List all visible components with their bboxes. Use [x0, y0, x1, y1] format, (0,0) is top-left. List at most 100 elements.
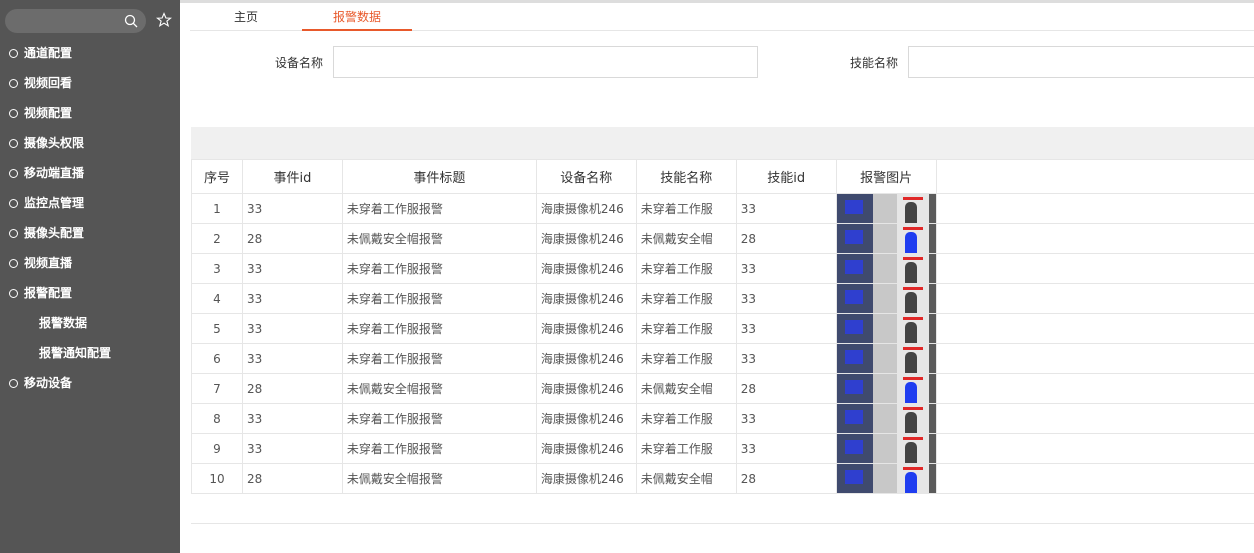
- cell-alarm-image: [835, 343, 937, 374]
- cell-event-id: 33: [241, 253, 343, 284]
- alarm-thumbnail[interactable]: [837, 314, 936, 343]
- cell-event-id: 33: [241, 343, 343, 374]
- star-icon[interactable]: [156, 12, 172, 28]
- cell-skill-name: 未佩戴安全帽: [635, 463, 737, 494]
- cell-device-name: 海康摄像机246: [535, 403, 637, 434]
- table-row[interactable]: 6 33 未穿着工作服报警 海康摄像机246 未穿着工作服 33: [191, 343, 1254, 374]
- alarm-thumbnail[interactable]: [837, 194, 936, 223]
- tab-alarm-data[interactable]: 报警数据: [302, 3, 412, 31]
- sidebar-item-channel-config[interactable]: 通道配置: [0, 38, 180, 68]
- alarm-thumbnail[interactable]: [837, 284, 936, 313]
- cell-device-name: 海康摄像机246: [535, 463, 637, 494]
- cell-device-name: 海康摄像机246: [535, 433, 637, 464]
- column-header-skill-id[interactable]: 技能id: [735, 159, 837, 194]
- cell-empty: [935, 283, 1254, 314]
- cell-alarm-image: [835, 253, 937, 284]
- cell-event-title: 未穿着工作服报警: [341, 283, 537, 314]
- cell-alarm-image: [835, 403, 937, 434]
- cell-event-title: 未穿着工作服报警: [341, 193, 537, 224]
- sidebar-item-video-config[interactable]: 视频配置: [0, 98, 180, 128]
- sidebar-item-label: 报警数据: [39, 316, 88, 330]
- cell-event-title: 未穿着工作服报警: [341, 313, 537, 344]
- cell-event-title: 未佩戴安全帽报警: [341, 223, 537, 254]
- table-row[interactable]: 3 33 未穿着工作服报警 海康摄像机246 未穿着工作服 33: [191, 253, 1254, 284]
- sidebar-item-video-playback[interactable]: 视频回看: [0, 68, 180, 98]
- table-row[interactable]: 10 28 未佩戴安全帽报警 海康摄像机246 未佩戴安全帽 28: [191, 463, 1254, 494]
- alarm-table: 序号 事件id 事件标题 设备名称 技能名称 技能id 报警图片 1 33 未穿着工…: [191, 159, 1254, 494]
- cell-event-title: 未穿着工作服报警: [341, 343, 537, 374]
- table-row[interactable]: 7 28 未佩戴安全帽报警 海康摄像机246 未佩戴安全帽 28: [191, 373, 1254, 404]
- sidebar-item-alarm-config[interactable]: 报警配置: [0, 278, 180, 308]
- sidebar-item-label: 移动设备: [24, 376, 73, 390]
- circle-icon: [9, 139, 18, 148]
- sidebar-item-label: 报警配置: [24, 286, 73, 300]
- cell-index: 2: [191, 223, 243, 254]
- cell-index: 4: [191, 283, 243, 314]
- alarm-thumbnail[interactable]: [837, 374, 936, 403]
- cell-index: 6: [191, 343, 243, 374]
- cell-skill-name: 未穿着工作服: [635, 343, 737, 374]
- sidebar-item-monitor-point[interactable]: 监控点管理: [0, 188, 180, 218]
- sidebar-item-video-live[interactable]: 视频直播: [0, 248, 180, 278]
- sidebar-item-mobile-live[interactable]: 移动端直播: [0, 158, 180, 188]
- cell-skill-id: 33: [735, 253, 837, 284]
- alarm-thumbnail[interactable]: [837, 464, 936, 493]
- cell-event-id: 33: [241, 193, 343, 224]
- cell-alarm-image: [835, 223, 937, 254]
- column-header-skill-name[interactable]: 技能名称: [635, 159, 737, 194]
- column-header-alarm-image[interactable]: 报警图片: [835, 159, 937, 194]
- sidebar-item-label: 视频配置: [24, 106, 73, 120]
- column-header-index[interactable]: 序号: [191, 159, 243, 194]
- tab-home[interactable]: 主页: [190, 3, 302, 31]
- search-input[interactable]: [5, 9, 146, 33]
- cell-device-name: 海康摄像机246: [535, 223, 637, 254]
- sidebar-item-alarm-notify-config[interactable]: 报警通知配置: [0, 338, 180, 368]
- cell-skill-id: 33: [735, 313, 837, 344]
- column-header-event-id[interactable]: 事件id: [241, 159, 343, 194]
- table-row[interactable]: 8 33 未穿着工作服报警 海康摄像机246 未穿着工作服 33: [191, 403, 1254, 434]
- alarm-thumbnail[interactable]: [837, 224, 936, 253]
- table-header-row: 序号 事件id 事件标题 设备名称 技能名称 技能id 报警图片: [191, 159, 1254, 194]
- table-row[interactable]: 9 33 未穿着工作服报警 海康摄像机246 未穿着工作服 33: [191, 433, 1254, 464]
- cell-skill-id: 28: [735, 223, 837, 254]
- cell-index: 1: [191, 193, 243, 224]
- cell-alarm-image: [835, 433, 937, 464]
- alarm-thumbnail[interactable]: [837, 254, 936, 283]
- cell-event-id: 28: [241, 463, 343, 494]
- cell-skill-name: 未穿着工作服: [635, 433, 737, 464]
- alarm-thumbnail[interactable]: [837, 404, 936, 433]
- tab-bar: 主页 报警数据: [190, 3, 1254, 31]
- device-name-input[interactable]: [333, 46, 758, 78]
- table-row[interactable]: 5 33 未穿着工作服报警 海康摄像机246 未穿着工作服 33: [191, 313, 1254, 344]
- cell-empty: [935, 223, 1254, 254]
- cell-skill-name: 未穿着工作服: [635, 253, 737, 284]
- sidebar-item-alarm-data[interactable]: 报警数据: [0, 308, 180, 338]
- cell-alarm-image: [835, 313, 937, 344]
- sidebar-item-camera-config[interactable]: 摄像头配置: [0, 218, 180, 248]
- cell-skill-name: 未佩戴安全帽: [635, 223, 737, 254]
- alarm-thumbnail[interactable]: [837, 344, 936, 373]
- cell-skill-id: 33: [735, 433, 837, 464]
- cell-event-title: 未穿着工作服报警: [341, 403, 537, 434]
- cell-alarm-image: [835, 463, 937, 494]
- cell-skill-id: 33: [735, 403, 837, 434]
- sidebar-item-label: 报警通知配置: [39, 346, 112, 360]
- table-row[interactable]: 1 33 未穿着工作服报警 海康摄像机246 未穿着工作服 33: [191, 193, 1254, 224]
- cell-event-id: 33: [241, 403, 343, 434]
- column-header-device-name[interactable]: 设备名称: [535, 159, 637, 194]
- cell-index: 9: [191, 433, 243, 464]
- circle-icon: [9, 379, 18, 388]
- cell-event-title: 未穿着工作服报警: [341, 433, 537, 464]
- skill-name-input[interactable]: [908, 46, 1254, 78]
- column-header-event-title[interactable]: 事件标题: [341, 159, 537, 194]
- cell-device-name: 海康摄像机246: [535, 253, 637, 284]
- table-row[interactable]: 2 28 未佩戴安全帽报警 海康摄像机246 未佩戴安全帽 28: [191, 223, 1254, 254]
- search-icon[interactable]: [124, 14, 138, 28]
- cell-empty: [935, 463, 1254, 494]
- sidebar-item-camera-permission[interactable]: 摄像头权限: [0, 128, 180, 158]
- toolbar-band: [191, 127, 1254, 159]
- table-row[interactable]: 4 33 未穿着工作服报警 海康摄像机246 未穿着工作服 33: [191, 283, 1254, 314]
- sidebar-item-mobile-device[interactable]: 移动设备: [0, 368, 180, 398]
- circle-icon: [9, 289, 18, 298]
- alarm-thumbnail[interactable]: [837, 434, 936, 463]
